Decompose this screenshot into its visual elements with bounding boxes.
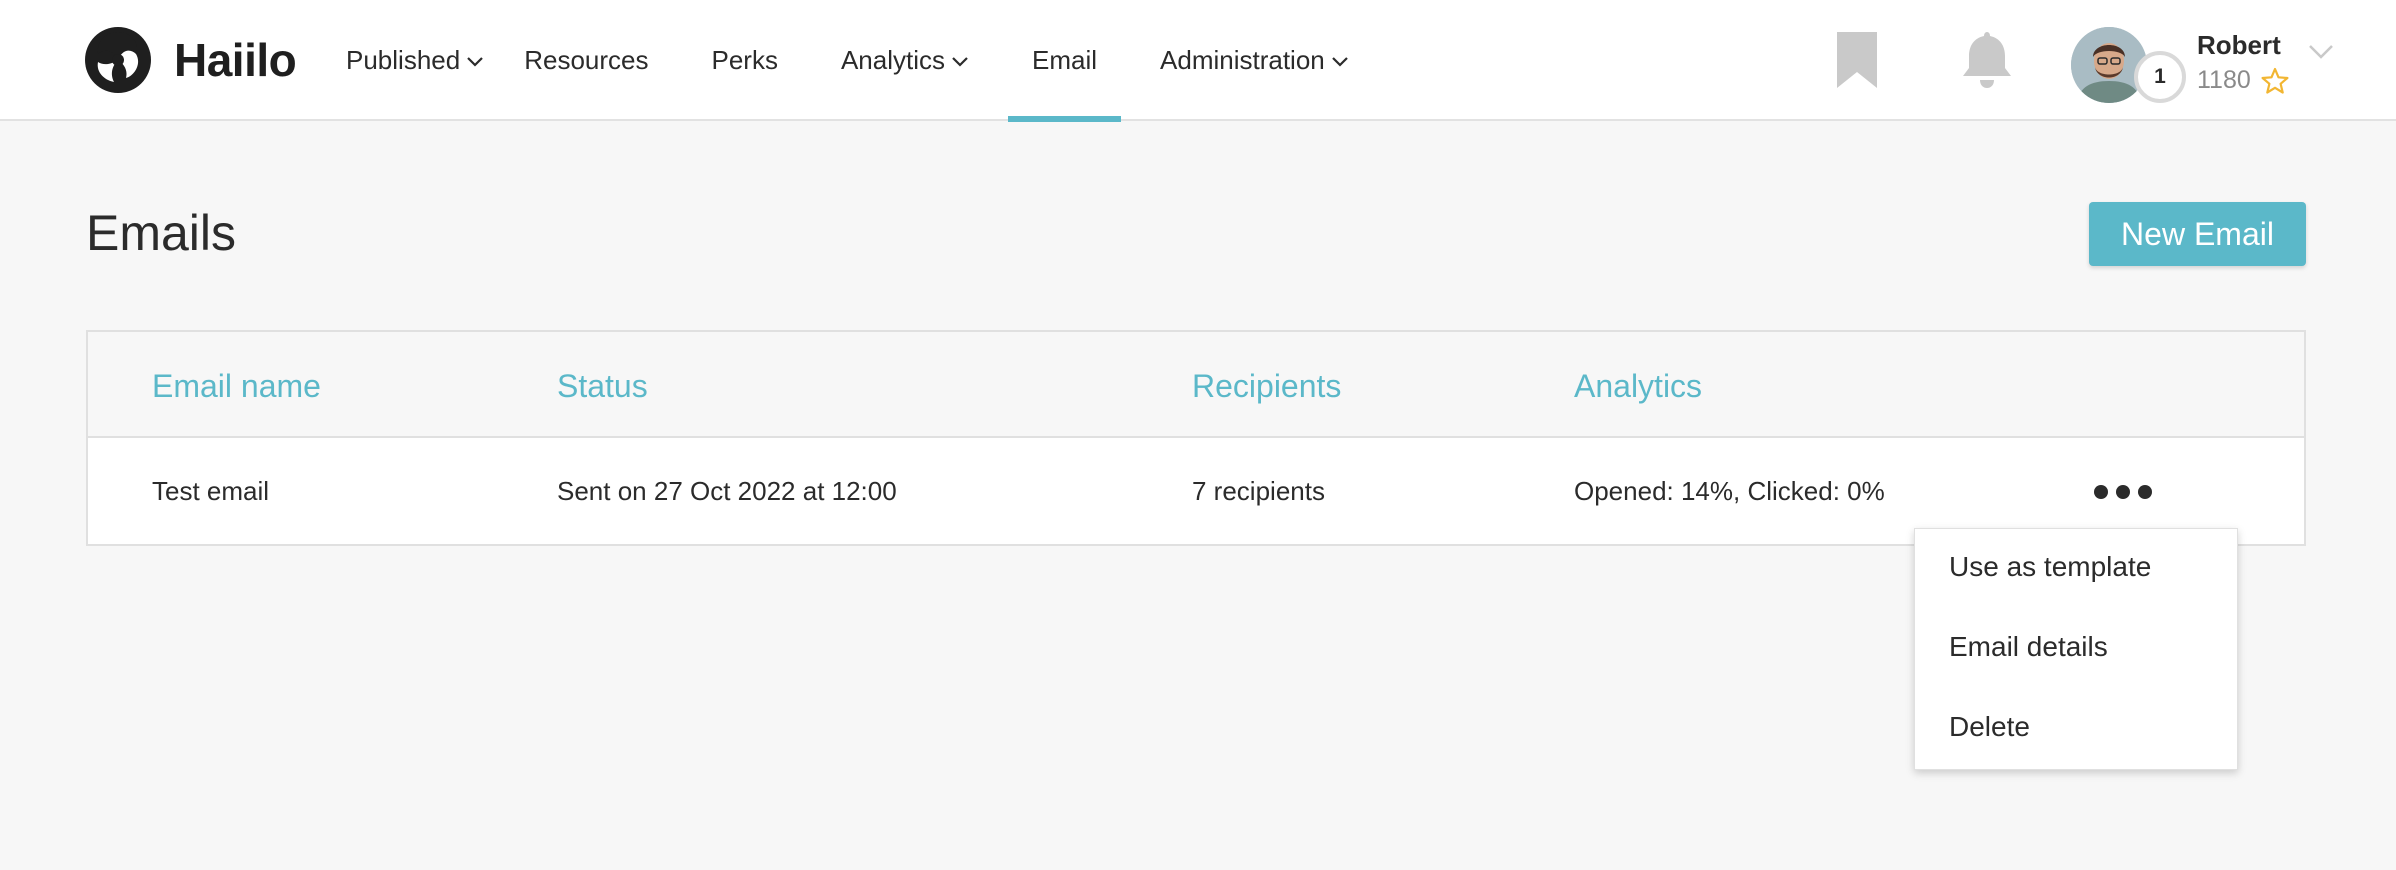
points-value: 1180 — [2197, 66, 2251, 94]
nav-item-label: Resources — [524, 45, 649, 75]
menu-item-email-details[interactable]: Email details — [1949, 631, 2108, 663]
emails-table: Email name Status Recipients Analytics T… — [86, 330, 2306, 546]
nav-item-resources[interactable]: Resources — [524, 0, 648, 121]
dot-icon — [2094, 485, 2108, 499]
new-email-button[interactable]: New Email — [2089, 202, 2306, 266]
user-name: Robert — [2197, 30, 2281, 60]
page-title: Emails — [86, 205, 237, 261]
nav-item-label: Published — [346, 45, 461, 75]
cell-status: Sent on 27 Oct 2022 at 12:00 — [557, 476, 897, 506]
nav-item-administration[interactable]: Administration — [1160, 0, 1349, 121]
column-header-email-name[interactable]: Email name — [152, 368, 321, 405]
level-badge: 1 — [2134, 51, 2186, 103]
cell-recipients: 7 recipients — [1192, 476, 1325, 506]
chevron-down-icon — [467, 56, 483, 67]
column-header-status[interactable]: Status — [557, 368, 648, 405]
row-options-menu: Use as template Email details Delete — [1914, 528, 2238, 770]
cell-analytics: Opened: 14%, Clicked: 0% — [1574, 476, 1885, 506]
nav-item-published[interactable]: Published — [346, 0, 484, 121]
menu-item-use-as-template[interactable]: Use as template — [1949, 551, 2151, 583]
chevron-down-icon — [952, 56, 968, 67]
nav-item-analytics[interactable]: Analytics — [841, 0, 969, 121]
user-points: 1180 — [2197, 66, 2289, 95]
nav-item-label: Email — [1032, 45, 1098, 75]
nav-item-label: Administration — [1160, 45, 1325, 75]
bookmark-icon[interactable] — [1835, 30, 1879, 90]
row-more-options-button[interactable] — [2094, 478, 2152, 506]
column-header-analytics[interactable]: Analytics — [1574, 368, 1702, 405]
brand-logo[interactable]: Haiilo — [84, 26, 297, 94]
nav-item-label: Perks — [711, 45, 778, 75]
main-nav: Published Resources Perks Analytics Emai… — [346, 0, 1349, 122]
chevron-down-icon[interactable] — [2308, 44, 2334, 60]
menu-item-delete[interactable]: Delete — [1949, 711, 2030, 743]
user-avatar-button[interactable]: 1 — [2071, 27, 2191, 103]
cell-email-name: Test email — [152, 476, 270, 506]
bell-icon[interactable] — [1961, 30, 2013, 90]
nav-item-label: Analytics — [840, 45, 945, 75]
top-navigation-bar: Haiilo Published Resources Perks Analyti… — [0, 0, 2396, 122]
chevron-down-icon — [1331, 56, 1348, 67]
column-header-recipients[interactable]: Recipients — [1192, 368, 1341, 405]
star-icon — [2261, 67, 2289, 94]
nav-item-email[interactable]: Email — [1007, 0, 1122, 122]
dot-icon — [2116, 485, 2130, 499]
dot-icon — [2138, 485, 2152, 499]
table-header: Email name Status Recipients Analytics — [88, 332, 2304, 438]
brand-name: Haiilo — [174, 34, 297, 86]
haiilo-logo-icon — [85, 27, 151, 93]
nav-item-perks[interactable]: Perks — [711, 0, 777, 121]
